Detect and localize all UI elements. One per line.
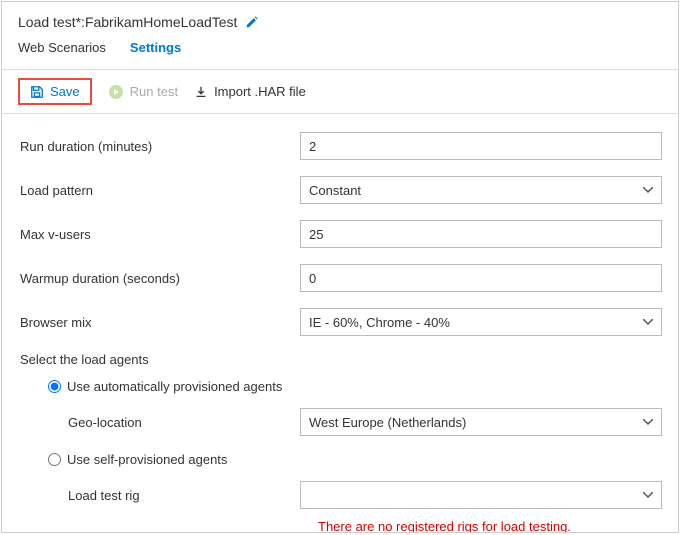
- select-agents-label: Select the load agents: [20, 352, 662, 367]
- download-icon: [194, 85, 208, 99]
- row-browser-mix: Browser mix IE - 60%, Chrome - 40%: [20, 308, 662, 336]
- page-title: Load test*:FabrikamHomeLoadTest: [18, 14, 237, 30]
- radio-auto-agents[interactable]: [48, 380, 61, 393]
- radio-self-agents-row: Use self-provisioned agents: [20, 452, 662, 467]
- row-geo: Geo-location West Europe (Netherlands): [20, 408, 662, 436]
- import-har-label: Import .HAR file: [214, 84, 306, 99]
- max-vusers-label: Max v-users: [20, 227, 300, 242]
- browser-mix-select[interactable]: IE - 60%, Chrome - 40%: [300, 308, 662, 336]
- load-pattern-label: Load pattern: [20, 183, 300, 198]
- row-warmup: Warmup duration (seconds): [20, 264, 662, 292]
- row-rig: Load test rig: [20, 481, 662, 509]
- geo-label: Geo-location: [68, 415, 300, 430]
- tab-web-scenarios[interactable]: Web Scenarios: [18, 40, 106, 59]
- rig-label: Load test rig: [68, 488, 300, 503]
- radio-self-agents[interactable]: [48, 453, 61, 466]
- row-max-vusers: Max v-users: [20, 220, 662, 248]
- warmup-input[interactable]: [300, 264, 662, 292]
- row-run-duration: Run duration (minutes): [20, 132, 662, 160]
- run-duration-label: Run duration (minutes): [20, 139, 300, 154]
- save-button[interactable]: Save: [18, 78, 92, 105]
- radio-auto-agents-row: Use automatically provisioned agents: [20, 379, 662, 394]
- save-label: Save: [50, 84, 80, 99]
- import-har-button[interactable]: Import .HAR file: [194, 84, 306, 99]
- radio-auto-agents-label: Use automatically provisioned agents: [67, 379, 282, 394]
- run-duration-input[interactable]: [300, 132, 662, 160]
- warmup-label: Warmup duration (seconds): [20, 271, 300, 286]
- settings-form: Run duration (minutes) Load pattern Cons…: [2, 114, 678, 532]
- run-test-button: Run test: [108, 84, 178, 100]
- play-icon: [108, 84, 124, 100]
- load-pattern-select[interactable]: Constant: [300, 176, 662, 204]
- tab-settings[interactable]: Settings: [130, 40, 181, 59]
- save-icon: [30, 85, 44, 99]
- run-test-label: Run test: [130, 84, 178, 99]
- rig-error-text: There are no registered rigs for load te…: [20, 519, 662, 532]
- row-load-pattern: Load pattern Constant: [20, 176, 662, 204]
- edit-title-icon[interactable]: [245, 15, 259, 29]
- header: Load test*:FabrikamHomeLoadTest: [2, 2, 678, 40]
- geo-select[interactable]: West Europe (Netherlands): [300, 408, 662, 436]
- toolbar: Save Run test Import .HAR file: [2, 70, 678, 114]
- radio-self-agents-label: Use self-provisioned agents: [67, 452, 227, 467]
- max-vusers-input[interactable]: [300, 220, 662, 248]
- tab-bar: Web Scenarios Settings: [2, 40, 678, 70]
- browser-mix-label: Browser mix: [20, 315, 300, 330]
- page-container: Load test*:FabrikamHomeLoadTest Web Scen…: [1, 1, 679, 533]
- rig-select[interactable]: [300, 481, 662, 509]
